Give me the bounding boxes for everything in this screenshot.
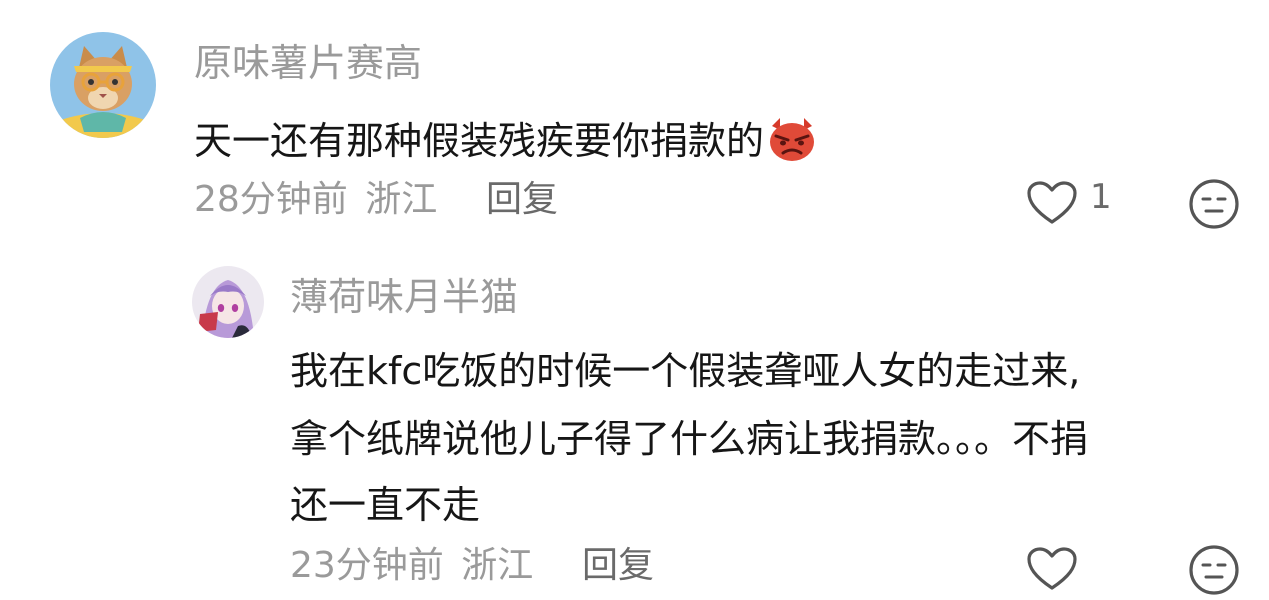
neutral-face-icon[interactable] — [1188, 178, 1240, 234]
avatar[interactable] — [50, 32, 156, 138]
username[interactable]: 原味薯片赛高 — [194, 44, 422, 82]
comment-time: 28分钟前 — [194, 179, 348, 220]
comment-text: 天一还有那种假装残疾要你捐款的 — [194, 116, 818, 168]
comment-item: 原味薯片赛高 天一还有那种假装残疾要你捐款的 28分钟前 浙江 回复 1 — [0, 0, 1269, 240]
comment-meta: 28分钟前 浙江 — [194, 182, 437, 218]
comment-location: 浙江 — [461, 545, 534, 586]
heart-outline-icon — [1026, 180, 1078, 230]
reply-button[interactable]: 回复 — [486, 182, 558, 218]
comment-text-body: 天一还有那种假装残疾要你捐款的 — [194, 119, 765, 163]
neutral-face-icon[interactable] — [1188, 544, 1240, 600]
comment-location: 浙江 — [365, 179, 438, 220]
like-button[interactable]: 1 — [1024, 178, 1124, 228]
comment-meta: 23分钟前 浙江 — [290, 548, 533, 584]
angry-devil-face-emoji-icon — [766, 116, 818, 168]
reply-button[interactable]: 回复 — [582, 548, 654, 584]
comment-text-line: 还一直不走 — [290, 483, 481, 527]
avatar[interactable] — [192, 266, 264, 338]
cat-avatar-image — [50, 32, 156, 138]
username[interactable]: 薄荷味月半猫 — [290, 278, 518, 316]
comment-text-line: 我在kfc吃饭的时候一个假装聋哑人女的走过来, — [290, 349, 1081, 393]
comment-text-line: 拿个纸牌说他儿子得了什么病让我捐款。。。不捐 — [290, 417, 1089, 461]
like-count: 1 — [1090, 177, 1112, 217]
reply-comment-item: 薄荷味月半猫 我在kfc吃饭的时候一个假装聋哑人女的走过来, 拿个纸牌说他儿子得… — [0, 240, 1269, 595]
comment-time: 23分钟前 — [290, 545, 444, 586]
heart-outline-icon[interactable] — [1026, 546, 1078, 596]
anime-girl-avatar-image — [192, 266, 264, 338]
